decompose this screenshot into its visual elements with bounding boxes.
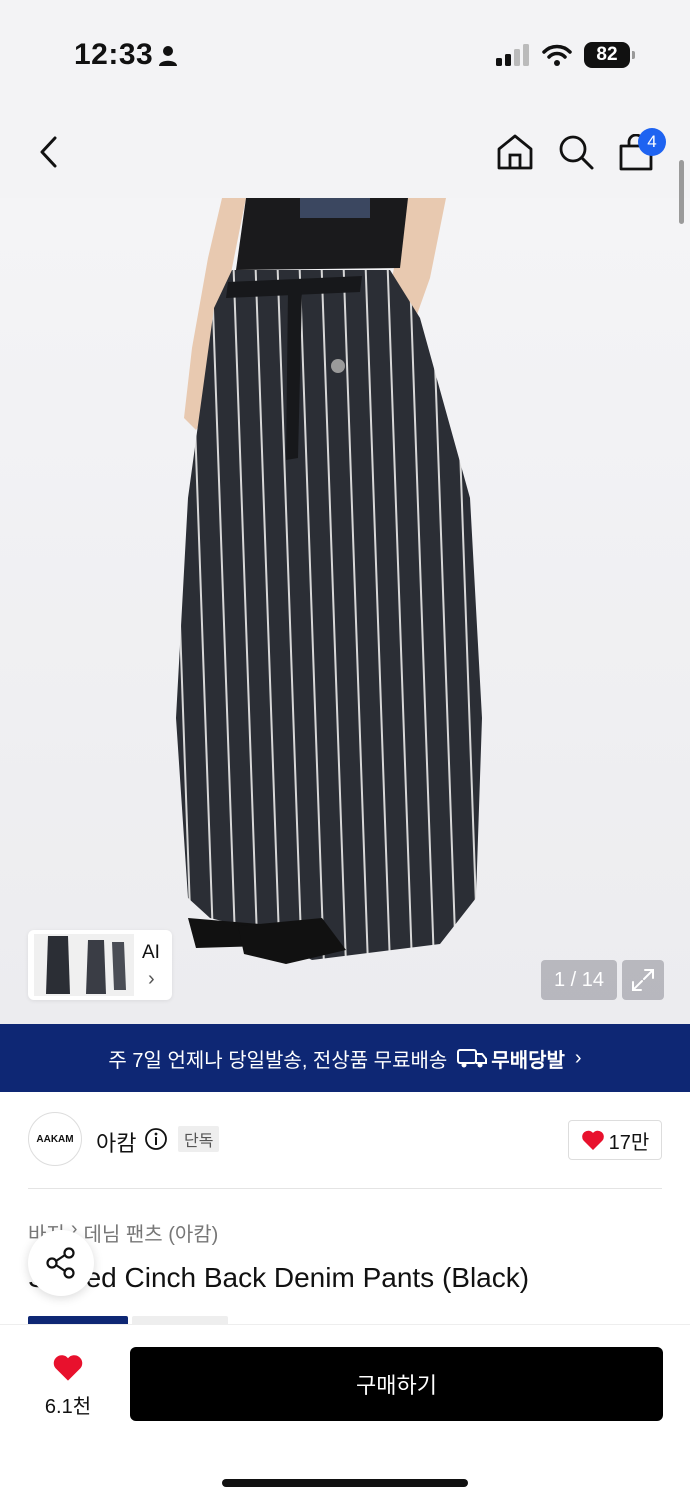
search-button[interactable] — [552, 128, 600, 176]
brand-logo-text: AAKAM — [36, 1133, 74, 1145]
delivery-logo-text: 무배당발 — [491, 1049, 565, 1072]
top-nav: 4 — [0, 110, 690, 198]
cart-button[interactable]: 4 — [616, 128, 666, 176]
buy-button[interactable]: 구매하기 — [130, 1347, 663, 1421]
wifi-icon — [542, 44, 572, 66]
ai-similar-thumbnail[interactable]: AI › — [28, 930, 172, 1000]
back-button[interactable] — [24, 128, 72, 176]
home-icon — [497, 134, 533, 170]
delivery-logo: 무배당발 — [457, 1044, 565, 1073]
info-icon[interactable] — [144, 1127, 168, 1151]
status-icons: 82 — [496, 42, 635, 68]
share-button[interactable] — [28, 1230, 94, 1296]
cellular-signal-icon — [496, 44, 529, 66]
heart-filled-icon — [53, 1355, 83, 1381]
expand-button[interactable] — [622, 960, 664, 1000]
brand-name[interactable]: 아캄 — [96, 1126, 136, 1158]
back-arrow-icon — [40, 136, 57, 168]
scrollbar[interactable] — [679, 160, 684, 224]
brand-logo[interactable]: AAKAM — [28, 1112, 82, 1166]
product-photo — [176, 198, 482, 964]
status-time: 12:33 — [74, 38, 154, 71]
share-icon — [46, 1247, 75, 1279]
expand-icon — [632, 969, 654, 991]
brand-row: AAKAM 아캄 단독 17만 — [28, 1112, 662, 1168]
brand-like-count: 17만 — [608, 1131, 650, 1154]
status-bar: 12:33 82 — [0, 0, 690, 110]
battery-level: 82 — [596, 44, 618, 65]
home-button[interactable] — [491, 128, 539, 176]
home-indicator[interactable] — [222, 1479, 468, 1487]
image-counter: 1 / 14 — [541, 960, 617, 1000]
product-title: Striped Cinch Back Denim Pants (Black) — [28, 1262, 530, 1293]
wishlist-button[interactable]: 6.1천 — [30, 1353, 106, 1419]
divider — [28, 1188, 662, 1189]
wishlist-count: 6.1천 — [44, 1396, 92, 1418]
delivery-truck-icon — [457, 1049, 488, 1068]
exclusive-badge: 단독 — [178, 1126, 220, 1152]
search-icon — [559, 135, 594, 170]
banner-text: 주 7일 언제나 당일발송, 전상품 무료배송 — [108, 1049, 448, 1072]
thumbnail-image — [34, 934, 134, 996]
brand-like-button[interactable]: 17만 — [568, 1120, 662, 1160]
heart-icon — [581, 1130, 604, 1150]
breadcrumb-subcategory[interactable]: 데님 팬츠 (아캄) — [83, 1218, 218, 1247]
delivery-banner[interactable]: 주 7일 언제나 당일발송, 전상품 무료배송 무배당발 › — [0, 1024, 690, 1092]
person-icon — [159, 46, 177, 66]
banner-chevron-icon: › — [574, 1046, 582, 1069]
ai-label: AI — [142, 942, 160, 963]
cart-count-badge: 4 — [638, 128, 666, 156]
chevron-right-icon: › — [148, 968, 155, 990]
battery-icon: 82 — [584, 42, 635, 68]
bottom-action-bar: 6.1천 구매하기 — [0, 1324, 690, 1500]
product-image-gallery[interactable]: AI › 1 / 14 — [0, 198, 690, 1024]
